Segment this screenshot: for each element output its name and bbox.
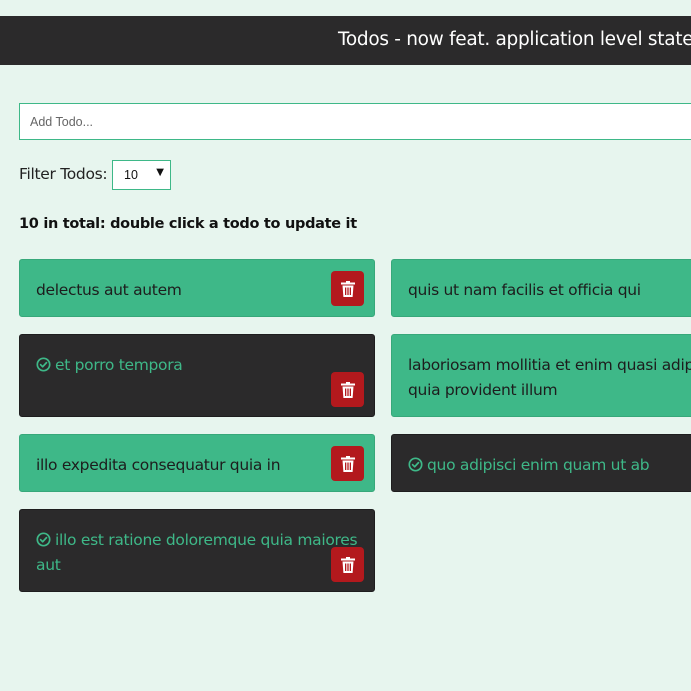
delete-todo-button[interactable] (331, 271, 364, 306)
trash-icon (340, 556, 355, 573)
delete-todo-button[interactable] (331, 446, 364, 481)
header-bar: Todos - now feat. application level stat… (0, 16, 691, 65)
caret-down-icon: ▼ (156, 167, 164, 178)
todo-app: Todos - now feat. application level stat… (0, 0, 691, 691)
check-circle-icon (36, 357, 51, 372)
todo-summary: 10 in total: double click a todo to upda… (19, 216, 357, 232)
check-circle-icon (408, 457, 423, 472)
todo-item[interactable]: delectus aut autem (19, 259, 375, 317)
app-title: Todos - now feat. application level stat… (338, 29, 691, 50)
todo-text-line: laboriosam mollitia et enim quasi adipi (408, 356, 691, 374)
todo-text: quis ut nam facilis et officia qui (408, 281, 641, 299)
trash-icon (340, 280, 355, 297)
todo-text-line: quia provident illum (408, 381, 558, 399)
todo-text-line: illo est ratione doloremque quia maiores (55, 531, 358, 549)
todo-item[interactable]: quo adipisci enim quam ut ab (391, 434, 691, 492)
todo-text: delectus aut autem (36, 281, 182, 299)
filter-selected-value: 10 (124, 168, 138, 182)
delete-todo-button[interactable] (331, 547, 364, 582)
filter-select[interactable]: 10 ▼ (112, 160, 171, 190)
todo-text: illo expedita consequatur quia in (36, 456, 281, 474)
todo-item[interactable]: illo expedita consequatur quia in (19, 434, 375, 492)
todo-item[interactable]: illo est ratione doloremque quia maiores… (19, 509, 375, 592)
todo-item[interactable]: et porro tempora (19, 334, 375, 417)
filter-label: Filter Todos: (19, 165, 108, 183)
trash-icon (340, 381, 355, 398)
check-circle-icon (36, 532, 51, 547)
trash-icon (340, 455, 355, 472)
todo-text: et porro tempora (55, 356, 183, 374)
add-todo-input[interactable] (19, 103, 691, 140)
todo-item[interactable]: laboriosam mollitia et enim quasi adipi … (391, 334, 691, 417)
todo-text: quo adipisci enim quam ut ab (427, 456, 650, 474)
todo-item[interactable]: quis ut nam facilis et officia qui (391, 259, 691, 317)
todo-text-line: aut (36, 556, 61, 574)
delete-todo-button[interactable] (331, 372, 364, 407)
